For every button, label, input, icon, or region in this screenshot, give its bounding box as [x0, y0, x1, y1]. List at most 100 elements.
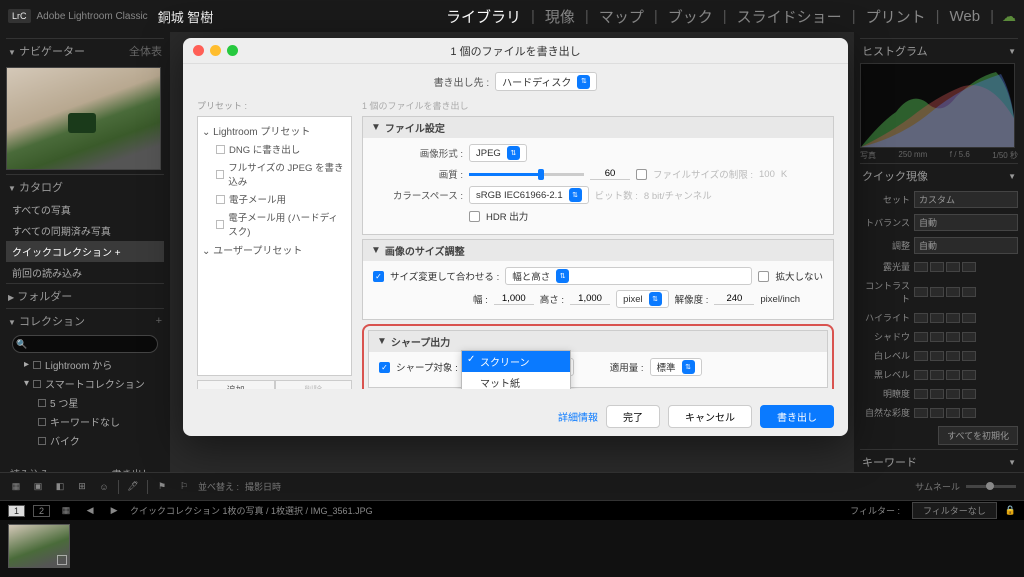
preset-select[interactable]: カスタム	[914, 191, 1018, 208]
import-button[interactable]: 読み込み...	[10, 466, 58, 472]
adj-plus[interactable]	[946, 370, 960, 380]
adj-plus[interactable]	[946, 351, 960, 361]
navigator-header[interactable]: ▼ ナビゲーター全体表	[6, 38, 164, 63]
adj-plus2[interactable]	[962, 287, 976, 297]
collection-search-input[interactable]	[12, 335, 158, 353]
adj-minus2[interactable]	[914, 351, 928, 361]
adj-plus2[interactable]	[962, 262, 976, 272]
catalog-item[interactable]: すべての同期済み写真	[6, 220, 164, 241]
adj-minus[interactable]	[930, 389, 944, 399]
flag-pick-icon[interactable]: ⚑	[154, 479, 170, 495]
adj-minus2[interactable]	[914, 313, 928, 323]
adj-minus[interactable]	[930, 262, 944, 272]
adj-plus[interactable]	[946, 262, 960, 272]
adj-plus2[interactable]	[962, 351, 976, 361]
flag-reject-icon[interactable]: ⚐	[176, 479, 192, 495]
details-link[interactable]: 詳細情報	[558, 409, 598, 424]
no-upscale-checkbox[interactable]	[758, 271, 769, 282]
collection-item[interactable]: キーワードなし	[6, 412, 164, 431]
adj-plus[interactable]	[946, 287, 960, 297]
export-button[interactable]: 書き出し	[760, 405, 834, 428]
filmstrip[interactable]	[0, 520, 1024, 577]
adj-minus[interactable]	[930, 332, 944, 342]
adj-plus[interactable]	[946, 332, 960, 342]
quickdev-header[interactable]: クイック現像▼	[860, 163, 1018, 188]
grid-small-icon[interactable]: ▦	[58, 503, 74, 519]
thumbnail-size-slider[interactable]	[966, 485, 1016, 488]
adj-plus2[interactable]	[962, 313, 976, 323]
collection-item[interactable]: ▸Lightroom から	[6, 355, 164, 374]
done-button[interactable]: 完了	[606, 405, 660, 428]
collection-item[interactable]: バイク	[6, 431, 164, 450]
module-slideshow[interactable]: スライドショー	[731, 6, 848, 27]
adj-minus[interactable]	[930, 370, 944, 380]
cancel-button[interactable]: キャンセル	[668, 405, 752, 428]
sort-value[interactable]: 撮影日時	[245, 480, 281, 493]
adj-minus2[interactable]	[914, 389, 928, 399]
filter-select[interactable]: フィルターなし	[912, 502, 997, 519]
tone-select[interactable]: 自動	[914, 237, 1018, 254]
catalog-header[interactable]: ▼ カタログ	[6, 174, 164, 199]
module-map[interactable]: マップ	[593, 6, 650, 27]
module-develop[interactable]: 現像	[539, 6, 581, 27]
adj-minus[interactable]	[930, 351, 944, 361]
dropdown-option[interactable]: スクリーン	[462, 351, 570, 372]
export-button[interactable]: 書き出し...	[112, 466, 160, 472]
section-header[interactable]: ▼ シャープ出力	[369, 331, 827, 352]
catalog-item[interactable]: クイックコレクション +	[6, 241, 164, 262]
filmstrip-thumbnail[interactable]	[8, 524, 70, 568]
catalog-item[interactable]: すべての写真	[6, 199, 164, 220]
preset-group[interactable]: ⌄ ユーザープリセット	[202, 240, 347, 259]
collection-item[interactable]: 5 つ星	[6, 393, 164, 412]
nav-back-icon[interactable]: ◀	[82, 503, 98, 519]
adj-minus2[interactable]	[914, 262, 928, 272]
preset-item[interactable]: 電子メール用 (ハードディスク)	[202, 208, 347, 240]
module-print[interactable]: プリント	[860, 6, 932, 27]
hdr-checkbox[interactable]	[469, 211, 480, 222]
survey-view-icon[interactable]: ⊞	[74, 479, 90, 495]
section-header[interactable]: ▼ 画像のサイズ調整	[363, 240, 833, 261]
reset-all-button[interactable]: すべてを初期化	[938, 426, 1018, 445]
width-input[interactable]	[494, 293, 534, 305]
adj-minus2[interactable]	[914, 332, 928, 342]
keyword-header[interactable]: キーワード▼	[860, 449, 1018, 472]
navigator-thumbnail[interactable]	[6, 67, 161, 170]
filter-lock-icon[interactable]: 🔒	[1005, 505, 1016, 516]
preset-list[interactable]: ⌄ Lightroom プリセット DNG に書き出し フルサイズの JPEG …	[197, 116, 352, 376]
sharpen-amount-select[interactable]: 標準⇅	[650, 358, 702, 376]
preset-add-button[interactable]: 追加	[197, 380, 275, 389]
adj-plus[interactable]	[946, 389, 960, 399]
adj-plus2[interactable]	[962, 332, 976, 342]
preset-item[interactable]: 電子メール用	[202, 190, 347, 208]
preset-remove-button[interactable]: 削除	[275, 380, 353, 389]
quality-slider[interactable]	[469, 173, 584, 176]
source-page[interactable]: 1	[8, 505, 25, 517]
section-header[interactable]: ▼ ファイル設定	[363, 117, 833, 138]
resolution-input[interactable]	[714, 293, 754, 305]
cloud-sync-icon[interactable]: ☁	[1002, 8, 1016, 25]
compare-view-icon[interactable]: ◧	[52, 479, 68, 495]
adj-plus2[interactable]	[962, 370, 976, 380]
folder-header[interactable]: ▶ フォルダー	[6, 283, 164, 308]
catalog-item[interactable]: 前回の読み込み	[6, 262, 164, 283]
grid-view-icon[interactable]: ▦	[8, 479, 24, 495]
adj-minus2[interactable]	[914, 370, 928, 380]
preset-item[interactable]: フルサイズの JPEG を書き込み	[202, 158, 347, 190]
spray-icon[interactable]: 🖊	[125, 479, 141, 495]
adj-minus[interactable]	[930, 408, 944, 418]
loupe-view-icon[interactable]: ▣	[30, 479, 46, 495]
colorspace-select[interactable]: sRGB IEC61966-2.1⇅	[469, 186, 589, 204]
image-format-select[interactable]: JPEG⇅	[469, 144, 527, 162]
people-view-icon[interactable]: ☺	[96, 479, 112, 495]
adj-minus2[interactable]	[914, 408, 928, 418]
dropdown-option[interactable]: マット紙	[462, 372, 570, 389]
breadcrumb[interactable]: クイックコレクション 1枚の写真 / 1枚選択 / IMG_3561.JPG	[130, 504, 373, 517]
adj-plus2[interactable]	[962, 389, 976, 399]
module-library[interactable]: ライブラリ	[440, 6, 527, 27]
histogram-display[interactable]	[860, 63, 1015, 148]
histogram-header[interactable]: ヒストグラム▼	[860, 38, 1018, 63]
adj-minus[interactable]	[930, 287, 944, 297]
adj-plus[interactable]	[946, 313, 960, 323]
resize-mode-select[interactable]: 幅と高さ⇅	[505, 267, 752, 285]
collection-header[interactable]: ▼ コレクション+	[6, 308, 164, 333]
